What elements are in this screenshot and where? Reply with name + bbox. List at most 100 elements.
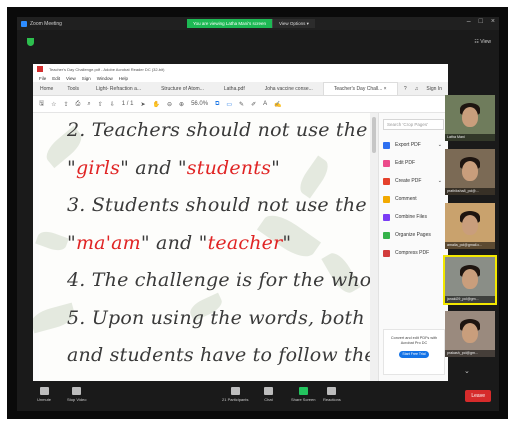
zoom-in-icon[interactable]: ⊕ <box>179 101 184 108</box>
document-scrollbar[interactable] <box>370 113 378 387</box>
print-icon[interactable]: ⎙ <box>76 101 81 108</box>
chevron-down-icon[interactable]: ⌄ <box>438 178 442 184</box>
zoom-app-icon <box>21 20 27 27</box>
participant-face <box>462 215 478 235</box>
document-line: 3. Students should not use the words <box>67 194 378 216</box>
share-banner-text: You are viewing Latha Mani's screen <box>187 19 272 28</box>
tab-teachers-day[interactable]: Teacher's Day Chall... × <box>322 82 398 95</box>
participant-tile[interactable]: Latha Mani <box>445 95 495 141</box>
maximize-button[interactable]: □ <box>479 18 483 25</box>
draw-icon[interactable]: ✐ <box>251 101 256 108</box>
participant-face <box>462 269 478 289</box>
menu-edit[interactable]: Edit <box>52 76 60 81</box>
tool-item[interactable]: Create PDF ⌄ <box>379 172 448 190</box>
menu-window[interactable]: Window <box>97 76 113 81</box>
stop-video-button[interactable]: Stop Video <box>67 387 87 402</box>
comment-icon[interactable]: ▭ <box>226 101 232 108</box>
promo-text: Convert and edit PDFs with Acrobat Pro D… <box>390 336 438 345</box>
tool-item[interactable]: Comment <box>379 190 448 208</box>
notification-bell-icon[interactable]: ♫ <box>415 86 419 92</box>
tool-label: Compress PDF <box>395 250 430 256</box>
zoom-out-icon[interactable]: ⊖ <box>167 101 172 108</box>
document-area: 2. Teachers should not use the words"gir… <box>33 113 378 387</box>
tool-icon <box>383 213 390 221</box>
tab-home[interactable]: Home <box>33 82 60 95</box>
tab-structure-of-atom[interactable]: Structure of Atom... <box>151 82 214 95</box>
unmute-button[interactable]: Unmute <box>37 387 51 402</box>
highlighted-word: teacher <box>207 231 283 254</box>
menu-file[interactable]: File <box>39 76 46 81</box>
tool-icon <box>383 249 390 257</box>
highlight-icon[interactable]: ✎ <box>239 101 244 108</box>
bookmark-star-icon[interactable]: ☆ <box>51 101 56 108</box>
document-line: "ma'am" and "teacher" <box>67 232 291 254</box>
chat-icon <box>264 387 273 395</box>
tool-item[interactable]: Compress PDF <box>379 244 448 262</box>
participant-name: prathiksha8_pcl@... <box>445 188 495 195</box>
tab-latha-pdf[interactable]: Latha.pdf <box>214 82 255 95</box>
tools-panel: Search 'Crop Pages' Export PDF ⌄ Edit PDF C… <box>378 113 448 387</box>
acrobat-pro-promo: Convert and edit PDFs with Acrobat Pro D… <box>383 329 445 375</box>
share-screen-button[interactable]: Share Screen <box>291 387 315 402</box>
reactions-button[interactable]: Reactions <box>323 387 341 402</box>
zoom-window-title: Zoom Meeting <box>30 20 62 27</box>
line-text: and students have to follow the penaltie… <box>67 344 378 366</box>
prev-page-icon[interactable]: ⇧ <box>98 101 103 108</box>
page-indicator[interactable]: 1 / 1 <box>122 101 134 107</box>
participant-tile[interactable]: prathiksha8_pcl@... <box>445 149 495 195</box>
menu-sign[interactable]: Sign <box>82 76 91 81</box>
tools-search-input[interactable]: Search 'Crop Pages' <box>383 119 444 130</box>
start-trial-button[interactable]: Start Free Trial <box>399 351 429 358</box>
close-button[interactable]: × <box>491 18 495 25</box>
participant-tile[interactable]: janaki29_pcl@gm... <box>443 255 497 305</box>
text-icon[interactable]: A <box>263 101 267 107</box>
select-cursor-icon[interactable]: ➤ <box>140 101 145 108</box>
highlighted-word: ma'am <box>75 231 141 254</box>
tool-item[interactable]: Export PDF ⌄ <box>379 136 448 154</box>
pdf-page: 2. Teachers should not use the words"gir… <box>33 113 378 387</box>
menu-view[interactable]: View <box>66 76 76 81</box>
participant-tile[interactable]: prakash_pcl@gm... <box>445 311 495 357</box>
find-icon[interactable]: ⌕ <box>87 101 90 108</box>
participant-face <box>462 323 478 343</box>
screenshot-frame: Zoom Meeting You are viewing Latha Mani'… <box>0 0 515 426</box>
tab-light-refraction[interactable]: Light- Refraction a... <box>86 82 151 95</box>
gallery-scroll-down-icon[interactable]: ⌄ <box>464 367 470 375</box>
share-banner: You are viewing Latha Mani's screen View… <box>187 19 315 28</box>
view-button[interactable]: ☷ View <box>474 39 491 45</box>
acrobat-titlebar: Teacher's Day Challenge.pdf - Adobe Acro… <box>33 64 448 74</box>
tool-item[interactable]: Combine Files <box>379 208 448 226</box>
save-icon[interactable]: 🖫 <box>39 99 44 109</box>
leave-button[interactable]: Leave <box>465 390 491 402</box>
hand-tool-icon[interactable]: ✋ <box>153 101 160 108</box>
participant-tile[interactable]: amalia_pcl@gmail.c... <box>445 203 495 249</box>
leaf-decoration <box>35 228 69 254</box>
line-text: 3. Students should not use the words <box>67 194 378 216</box>
tool-icon <box>383 195 390 203</box>
security-shield-icon[interactable] <box>27 38 34 46</box>
participants-text: Participants <box>227 397 249 402</box>
participants-icon <box>230 387 240 395</box>
sign-in-link[interactable]: Sign In <box>426 86 442 92</box>
fit-page-icon[interactable]: ⧉ <box>215 101 219 108</box>
menu-help[interactable]: Help <box>119 76 128 81</box>
tab-tools[interactable]: Tools <box>60 82 86 95</box>
participants-button[interactable]: 21 Participants <box>222 387 248 402</box>
tool-item[interactable]: Organize Pages <box>379 226 448 244</box>
chat-button[interactable]: Chat <box>264 387 273 402</box>
tab-vaccine-consent[interactable]: Joha vaccine conse... <box>255 82 323 95</box>
leaf-decoration <box>295 155 333 199</box>
acrobat-menubar: File Edit View Sign Window Help <box>33 74 448 82</box>
minimize-button[interactable]: – <box>467 18 471 25</box>
sign-icon[interactable]: ✍ <box>274 101 281 108</box>
next-page-icon[interactable]: ⇩ <box>110 101 115 108</box>
view-options-button[interactable]: View Options ▾ <box>272 19 315 28</box>
upload-icon[interactable]: ⇪ <box>64 101 69 108</box>
help-icon[interactable]: ? <box>404 86 407 92</box>
tool-item[interactable]: Edit PDF <box>379 154 448 172</box>
tool-icon <box>383 141 390 149</box>
chevron-down-icon[interactable]: ⌄ <box>438 142 442 148</box>
scrollbar-thumb[interactable] <box>372 117 376 153</box>
reactions-icon <box>327 387 337 395</box>
zoom-level[interactable]: 56.0% <box>191 101 208 107</box>
